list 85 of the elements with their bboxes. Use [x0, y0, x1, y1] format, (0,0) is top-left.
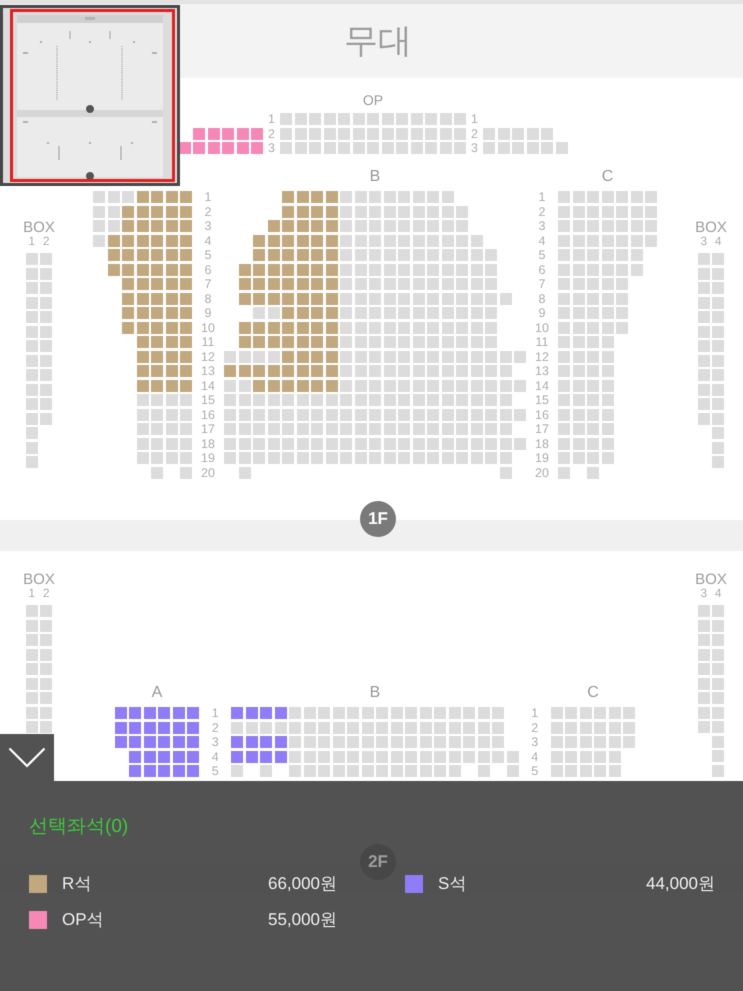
row-number: 8 — [538, 292, 546, 304]
row-number: 20 — [200, 466, 216, 478]
collapse-button[interactable] — [0, 734, 54, 781]
row-number: 2 — [267, 128, 276, 140]
stage-label: 무대 — [344, 21, 412, 61]
row-number: 7 — [538, 278, 546, 290]
row-number: 8 — [204, 292, 212, 304]
row-number: 15 — [200, 394, 216, 406]
column-number: 2 — [42, 587, 50, 600]
row-number: 6 — [204, 264, 212, 276]
row-number: 17 — [200, 423, 216, 435]
box-label: BOX — [23, 221, 55, 235]
row-number: 3 — [210, 736, 220, 748]
row-number: 6 — [538, 264, 546, 276]
row-number: 12 — [200, 350, 216, 362]
row-number: 13 — [534, 365, 550, 377]
row-number: 2 — [210, 722, 220, 734]
section-label: OP — [362, 93, 384, 107]
block-label: A — [152, 684, 162, 702]
row-number: 16 — [534, 408, 550, 420]
column-number: 3 — [700, 587, 708, 600]
row-number: 19 — [534, 452, 550, 464]
column-number: 2 — [42, 235, 50, 248]
row-number: 1 — [470, 113, 479, 125]
row-number: 1 — [267, 113, 276, 125]
row-number: 1 — [204, 191, 212, 203]
row-number: 2 — [204, 206, 212, 218]
column-number: 4 — [714, 587, 722, 600]
box-label: BOX — [695, 221, 727, 235]
row-number: 16 — [200, 408, 216, 420]
row-number: 9 — [204, 307, 212, 319]
row-number: 9 — [538, 307, 546, 319]
row-number: 20 — [534, 466, 550, 478]
grade-label: R석 — [62, 875, 92, 893]
row-number: 4 — [210, 750, 220, 762]
row-number: 4 — [538, 234, 546, 246]
block-label: C — [602, 168, 614, 186]
row-number: 14 — [534, 380, 550, 392]
price-label: 44,000원 — [646, 875, 715, 893]
row-number: 3 — [470, 142, 479, 154]
column-number: 1 — [28, 235, 36, 248]
row-number: 5 — [204, 249, 212, 261]
column-number: 4 — [714, 235, 722, 248]
row-number: 2 — [470, 128, 479, 140]
row-number: 12 — [534, 350, 550, 362]
row-number: 10 — [534, 322, 550, 334]
row-number: 3 — [267, 142, 276, 154]
row-number: 1 — [538, 191, 546, 203]
floor-badge[interactable]: 1F — [360, 501, 396, 537]
row-number: 2 — [530, 722, 540, 734]
column-number: 1 — [28, 587, 36, 600]
row-number: 13 — [200, 365, 216, 377]
column-number: 3 — [700, 235, 708, 248]
chevron-down-icon — [8, 747, 46, 768]
row-number: 5 — [538, 249, 546, 261]
row-number: 15 — [534, 394, 550, 406]
row-number: 3 — [538, 220, 546, 232]
row-number: 2 — [538, 206, 546, 218]
row-number: 4 — [204, 234, 212, 246]
row-number: 10 — [200, 322, 216, 334]
row-number: 3 — [530, 736, 540, 748]
row-number: 5 — [530, 765, 540, 777]
row-number: 11 — [200, 336, 216, 348]
selected-seats-title: 선택좌석(0) — [29, 816, 128, 838]
row-number: 5 — [210, 765, 220, 777]
row-number: 11 — [534, 336, 550, 348]
block-label: C — [587, 684, 599, 702]
box-label: BOX — [695, 573, 727, 587]
row-number: 7 — [204, 278, 212, 290]
row-number: 18 — [534, 438, 550, 450]
row-number: 1 — [210, 707, 220, 719]
row-number: 14 — [200, 380, 216, 392]
row-number: 3 — [204, 220, 212, 232]
grade-label: S석 — [438, 875, 466, 893]
price-label: 55,000원 — [268, 911, 337, 929]
row-number: 1 — [530, 707, 540, 719]
block-label: B — [370, 684, 380, 702]
row-number: 18 — [200, 438, 216, 450]
row-number: 19 — [200, 452, 216, 464]
grade-label: OP석 — [62, 911, 104, 929]
price-label: 66,000원 — [268, 875, 337, 893]
row-number: 17 — [534, 423, 550, 435]
row-number: 4 — [530, 750, 540, 762]
box-label: BOX — [23, 573, 55, 587]
block-label: B — [370, 168, 380, 186]
